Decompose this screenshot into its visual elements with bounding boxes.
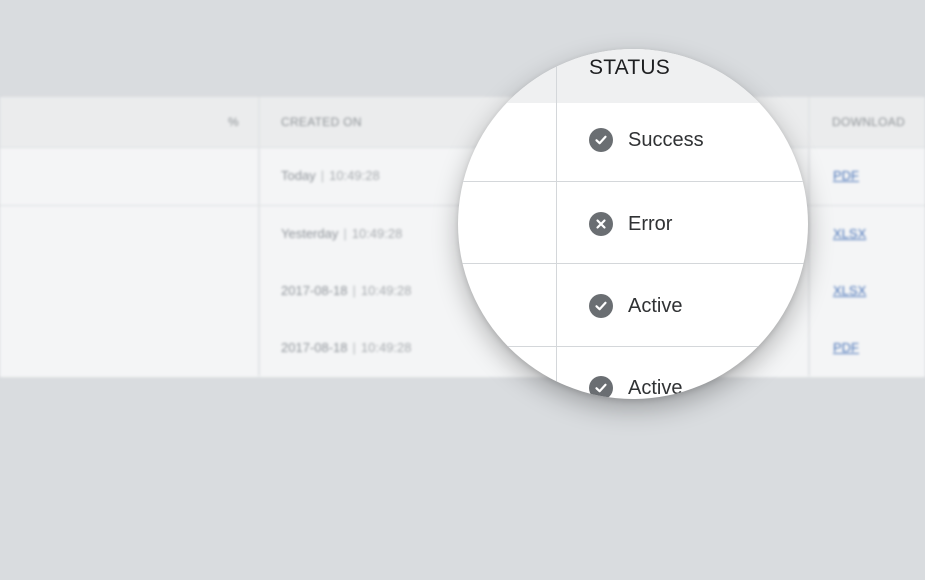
magnified-status-column: STATUS Success Error Active Active — [458, 49, 808, 399]
created-date: 2017-08-18 — [281, 340, 348, 355]
created-time: 10:49:28 — [329, 168, 380, 183]
download-pdf-link[interactable]: PDF — [833, 168, 859, 183]
status-column-title[interactable]: STATUS — [589, 56, 670, 80]
column-header-percent: % — [228, 115, 239, 129]
created-time: 10:49:28 — [360, 340, 412, 355]
status-label: Active — [628, 294, 683, 317]
row-divider — [458, 181, 808, 182]
magnifier-lens: STATUS Success Error Active Active — [458, 49, 808, 399]
check-circle-icon — [589, 376, 613, 399]
column-divider — [808, 97, 810, 376]
download-xlsx-link[interactable]: XLSX — [833, 226, 866, 241]
created-on-cell: Yesterday | 10:49:28 — [281, 226, 402, 241]
created-date: Yesterday — [281, 226, 339, 241]
created-date: Today — [281, 168, 316, 183]
x-circle-icon — [589, 212, 613, 236]
status-active: Active — [589, 373, 682, 399]
status-success: Success — [589, 125, 704, 155]
status-label: Error — [628, 212, 673, 235]
created-date: 2017-08-18 — [281, 283, 348, 298]
row-divider — [458, 346, 808, 347]
download-xlsx-link[interactable]: XLSX — [833, 283, 866, 298]
download-pdf-link[interactable]: PDF — [833, 340, 859, 355]
check-circle-icon — [589, 294, 613, 318]
separator: | — [343, 226, 347, 241]
separator: | — [352, 340, 356, 355]
status-active: Active — [589, 291, 682, 321]
created-on-cell: 2017-08-18 | 10:49:28 — [281, 283, 412, 298]
status-error: Error — [589, 209, 672, 239]
separator: | — [320, 168, 325, 183]
created-on-cell: 2017-08-18 | 10:49:28 — [281, 340, 412, 355]
column-divider — [258, 97, 260, 376]
separator: | — [352, 283, 356, 298]
status-label: Active — [628, 376, 683, 399]
status-label: Success — [628, 128, 704, 151]
column-header-download[interactable]: DOWNLOAD — [832, 115, 905, 129]
created-time: 10:49:28 — [351, 226, 403, 241]
row-divider — [458, 263, 808, 264]
check-circle-icon — [589, 128, 613, 152]
created-time: 10:49:28 — [360, 283, 412, 298]
created-on-cell: Today | 10:49:28 — [281, 168, 380, 183]
column-header-created-on[interactable]: CREATED ON — [281, 115, 362, 129]
